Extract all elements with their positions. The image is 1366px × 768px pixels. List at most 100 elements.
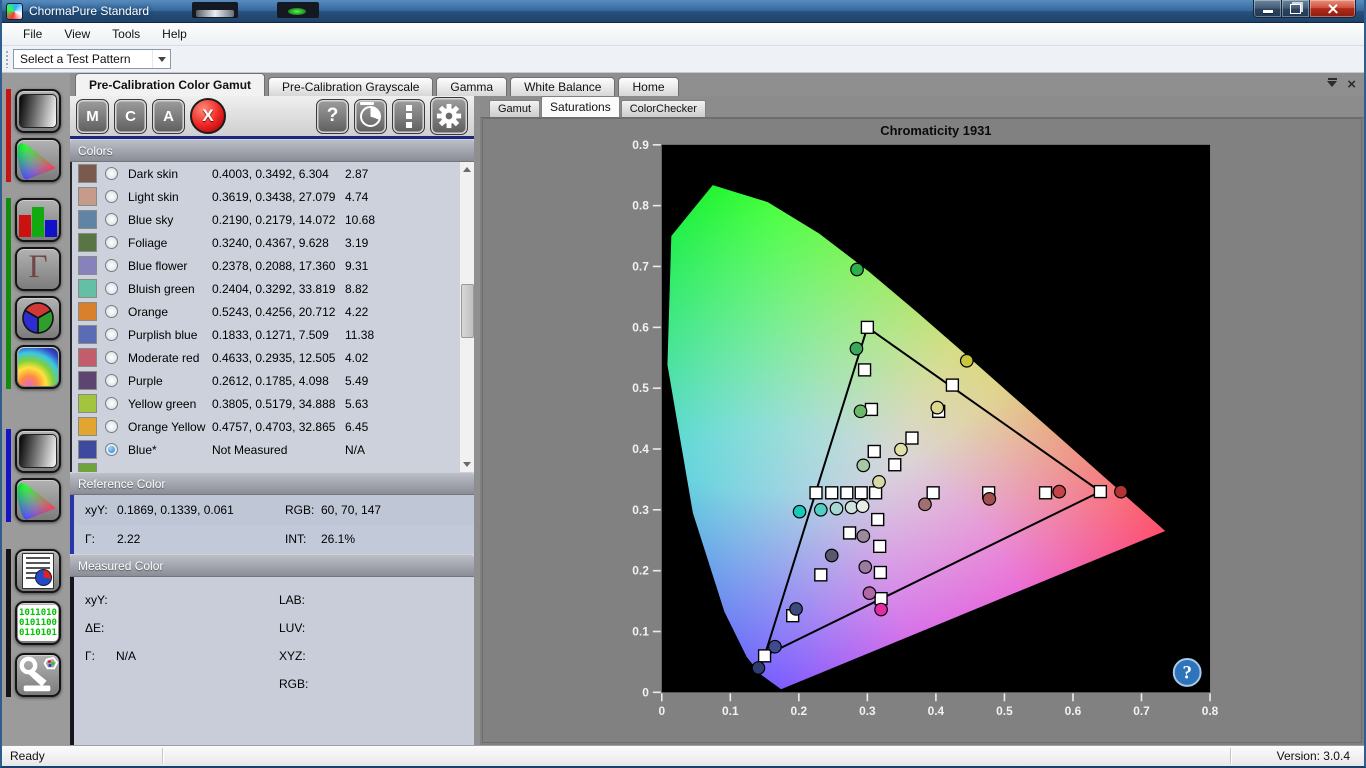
color-delta-e: 3.19 bbox=[345, 236, 368, 250]
color-list-item[interactable]: Bluish green0.2404, 0.3292, 33.8198.82 bbox=[72, 277, 474, 300]
chart-help-button[interactable]: ? bbox=[1174, 659, 1201, 686]
minimize-button[interactable] bbox=[1253, 0, 1282, 18]
sidebar-item-rgb-bars-pattern[interactable] bbox=[15, 198, 61, 242]
menu-item-tools[interactable]: Tools bbox=[101, 24, 151, 44]
tab-close-icon[interactable]: × bbox=[1347, 79, 1356, 91]
reference-point bbox=[810, 487, 822, 499]
color-swatch bbox=[78, 233, 97, 252]
colors-scrollbar[interactable] bbox=[459, 162, 474, 472]
reference-point bbox=[872, 514, 884, 526]
reference-intensity-value: 26.1% bbox=[321, 532, 355, 546]
color-list-item[interactable]: Blue*Not MeasuredN/A bbox=[72, 438, 474, 461]
color-radio[interactable] bbox=[105, 351, 118, 364]
sidebar-item-grayscale-pattern[interactable] bbox=[15, 89, 61, 133]
sidebar-item-binary-tool[interactable]: 101101001011000110101 bbox=[15, 601, 61, 645]
tab-home[interactable]: Home bbox=[618, 77, 678, 96]
measure-a-button[interactable]: A bbox=[152, 99, 185, 134]
color-list-item[interactable]: Blue sky0.2190, 0.2179, 14.07210.68 bbox=[72, 208, 474, 231]
measured-header-label: Measured Color bbox=[78, 559, 163, 573]
color-radio[interactable] bbox=[105, 190, 118, 203]
color-radio[interactable] bbox=[105, 236, 118, 249]
color-list-item[interactable]: Light skin0.3619, 0.3438, 27.0794.74 bbox=[72, 185, 474, 208]
tab-gamma[interactable]: Gamma bbox=[436, 77, 507, 96]
color-radio[interactable] bbox=[105, 374, 118, 387]
chevron-down-icon[interactable] bbox=[152, 50, 170, 68]
app-window: ChormaPure Standard FileViewToolsHelp Se… bbox=[0, 0, 1366, 768]
color-name: Moderate red bbox=[128, 351, 212, 365]
title-bar[interactable]: ChormaPure Standard bbox=[2, 0, 1364, 23]
color-radio[interactable] bbox=[105, 305, 118, 318]
measured-point bbox=[1053, 485, 1066, 498]
scroll-down-icon[interactable] bbox=[460, 457, 474, 472]
color-radio[interactable] bbox=[105, 213, 118, 226]
reference-point bbox=[865, 403, 877, 415]
reference-point bbox=[906, 432, 918, 444]
color-name: Foliage bbox=[128, 236, 212, 250]
menu-item-help[interactable]: Help bbox=[151, 24, 198, 44]
scrollbar-thumb[interactable] bbox=[461, 284, 474, 338]
color-swatch bbox=[78, 463, 97, 472]
maximize-button[interactable] bbox=[1282, 0, 1310, 18]
reference-rgb-value: 60, 70, 147 bbox=[321, 503, 381, 517]
measured-point bbox=[857, 459, 870, 472]
color-list-item[interactable]: Orange Yellow0.4757, 0.4703, 32.8656.45 bbox=[72, 415, 474, 438]
close-button[interactable] bbox=[1310, 0, 1356, 18]
color-list-item[interactable]: Purple0.2612, 0.1785, 4.0985.49 bbox=[72, 369, 474, 392]
titlebar-reflection bbox=[277, 2, 319, 18]
color-xyY-value: 0.3805, 0.5179, 34.888 bbox=[212, 397, 345, 411]
scroll-up-icon[interactable] bbox=[460, 162, 474, 177]
test-pattern-select[interactable]: Select a Test Pattern bbox=[13, 49, 171, 69]
color-list-item[interactable]: Yellow green0.3805, 0.5179, 34.8885.63 bbox=[72, 392, 474, 415]
color-radio[interactable] bbox=[105, 328, 118, 341]
sidebar-item-gamma-pattern[interactable]: Γ bbox=[15, 247, 61, 291]
color-name: Yellow green bbox=[128, 397, 212, 411]
chart-tab-gamut[interactable]: Gamut bbox=[489, 100, 540, 117]
chart-tab-colorchecker[interactable]: ColorChecker bbox=[621, 100, 706, 117]
measure-c-button[interactable]: C bbox=[114, 99, 147, 134]
menu-item-file[interactable]: File bbox=[12, 24, 53, 44]
sidebar-item-report-tool[interactable] bbox=[15, 549, 61, 593]
settings-button[interactable] bbox=[430, 97, 468, 135]
pattern-sidebar: Γ 101101001011000110101 bbox=[2, 73, 70, 745]
sidebar-item-grayscale-pattern-2[interactable] bbox=[15, 429, 61, 473]
color-list-item[interactable]: Blue flower0.2378, 0.2088, 17.3609.31 bbox=[72, 254, 474, 277]
measured-left-column: xyY:ΔE:Γ:N/A bbox=[85, 586, 136, 670]
color-list-item[interactable]: Orange0.5243, 0.4256, 20.7124.22 bbox=[72, 300, 474, 323]
measure-m-button[interactable]: M bbox=[76, 99, 109, 134]
reference-point bbox=[927, 487, 939, 499]
tab-pre-calibration-grayscale[interactable]: Pre-Calibration Grayscale bbox=[268, 77, 433, 96]
color-radio[interactable] bbox=[105, 167, 118, 180]
color-radio[interactable] bbox=[105, 420, 118, 433]
reference-point bbox=[889, 459, 901, 471]
color-swatch bbox=[78, 164, 97, 183]
options-button[interactable] bbox=[392, 99, 425, 134]
toolbar-grip[interactable] bbox=[5, 50, 9, 68]
sidebar-item-pie-pattern[interactable] bbox=[15, 296, 61, 340]
color-xyY-value: 0.1833, 0.1271, 7.509 bbox=[212, 328, 345, 342]
color-xyY-value: 0.5243, 0.4256, 20.712 bbox=[212, 305, 345, 319]
color-radio[interactable] bbox=[105, 282, 118, 295]
color-swatch bbox=[78, 187, 97, 206]
color-radio[interactable] bbox=[105, 259, 118, 272]
color-name: Blue sky bbox=[128, 213, 212, 227]
color-list-item[interactable]: Dark skin0.4003, 0.3492, 6.3042.87 bbox=[72, 162, 474, 185]
sidebar-item-meter-tool[interactable] bbox=[15, 653, 61, 697]
stop-measure-button[interactable]: X bbox=[190, 98, 226, 134]
reference-point bbox=[868, 446, 880, 458]
tab-white-balance[interactable]: White Balance bbox=[510, 77, 615, 96]
pattern-group-indicator bbox=[6, 198, 11, 389]
help-button[interactable]: ? bbox=[316, 99, 349, 134]
color-list-item[interactable]: Purplish blue0.1833, 0.1271, 7.50911.38 bbox=[72, 323, 474, 346]
tab-pre-calibration-color-gamut[interactable]: Pre-Calibration Color Gamut bbox=[75, 73, 265, 96]
color-radio-selected[interactable] bbox=[105, 443, 118, 456]
sidebar-item-gamut-pattern-2[interactable] bbox=[15, 478, 61, 522]
sidebar-item-gamut-pattern[interactable] bbox=[15, 138, 61, 182]
tab-list-dropdown-icon[interactable] bbox=[1327, 78, 1337, 92]
timer-button[interactable] bbox=[354, 99, 387, 134]
color-radio[interactable] bbox=[105, 397, 118, 410]
menu-item-view[interactable]: View bbox=[53, 24, 101, 44]
color-list-item[interactable]: Foliage0.3240, 0.4367, 9.6283.19 bbox=[72, 231, 474, 254]
chart-tab-saturations[interactable]: Saturations bbox=[541, 96, 620, 117]
sidebar-item-rainbow-pattern[interactable] bbox=[15, 345, 61, 389]
color-list-item[interactable]: Moderate red0.4633, 0.2935, 12.5054.02 bbox=[72, 346, 474, 369]
